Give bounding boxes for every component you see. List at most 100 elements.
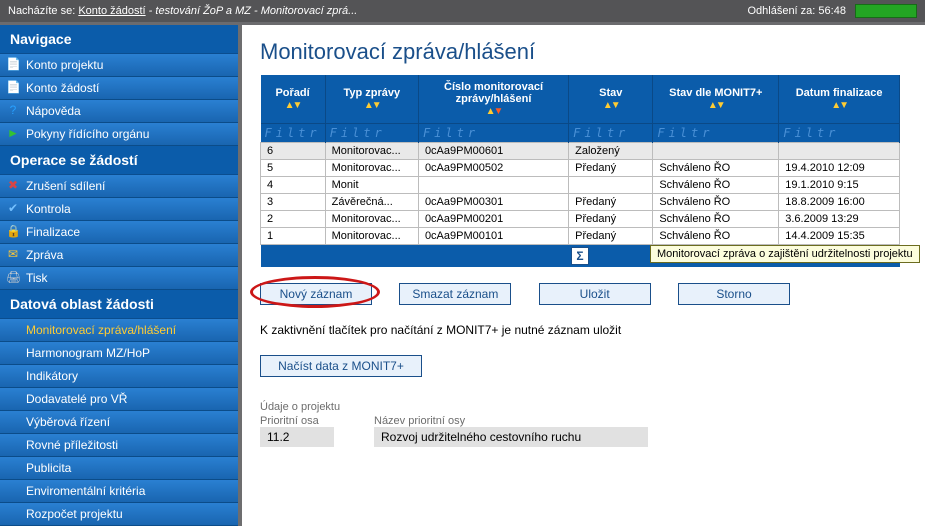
content-area: Monitorovací zpráva/hlášení Pořadí▲▼ Typ… [242, 25, 925, 526]
cell-typ: Monit [325, 177, 418, 194]
cell-stav: Předaný [569, 228, 653, 245]
table-row[interactable]: 6Monitorovac...0cAa9PM00601Založený [261, 143, 900, 160]
sidebar-item[interactable]: Indikátory [0, 365, 238, 388]
breadcrumb-link[interactable]: Konto žádostí [78, 5, 145, 17]
cell-cislo: 0cAa9PM00601 [418, 143, 568, 160]
sidebar-item-label: Publicita [26, 461, 71, 475]
filter-poradi[interactable]: Filtr [261, 124, 326, 143]
cell-stav: Založený [569, 143, 653, 160]
table-row[interactable]: 1Monitorovac...0cAa9PM00101PředanýSchvál… [261, 228, 900, 245]
cell-poradi: 4 [261, 177, 326, 194]
th-poradi[interactable]: Pořadí▲▼ [261, 75, 326, 124]
cell-poradi: 2 [261, 211, 326, 228]
field2-label: Název prioritní osy [374, 415, 648, 427]
sidebar-item[interactable]: ? Nápověda [0, 100, 238, 123]
th-stav[interactable]: Stav▲▼ [569, 75, 653, 124]
page-title: Monitorovací zpráva/hlášení [260, 39, 907, 65]
sigma-icon[interactable]: Σ [571, 247, 589, 265]
sidebar-item-label: Zpráva [26, 248, 63, 262]
sidebar-item-label: Konto projektu [26, 58, 103, 72]
cell-datum: 19.1.2010 9:15 [779, 177, 900, 194]
sidebar-item-label: Pokyny řídícího orgánu [26, 127, 149, 141]
sidebar-item-label: Monitorovací zpráva/hlášení [26, 323, 176, 337]
sidebar-item[interactable]: Rozpočet projektu [0, 503, 238, 526]
filter-datum[interactable]: Filtr [779, 124, 900, 143]
sidebar-item[interactable]: 🖨Tisk [0, 267, 238, 290]
sidebar-section-navigace: Navigace [0, 25, 238, 54]
field2-value: Rozvoj udržitelného cestovního ruchu [374, 427, 648, 447]
table-row[interactable]: 5Monitorovac...0cAa9PM00502PředanýSchvál… [261, 160, 900, 177]
tooltip: Monitorovací zpráva o zajištění udržitel… [650, 245, 920, 263]
cell-stav [569, 177, 653, 194]
sidebar-item-label: Zrušení sdílení [26, 179, 105, 193]
cell-datum [779, 143, 900, 160]
sidebar-section-datova: Datová oblast žádosti [0, 290, 238, 319]
cell-typ: Monitorovac... [325, 160, 418, 177]
logout-label: Odhlášení za: [747, 5, 815, 17]
sidebar-item-icon: ? [6, 103, 20, 117]
filter-typ[interactable]: Filtr [325, 124, 418, 143]
table-row[interactable]: 3Závěrečná...0cAa9PM00301PředanýSchválen… [261, 194, 900, 211]
sidebar-item[interactable]: Publicita [0, 457, 238, 480]
data-table: Pořadí▲▼ Typ zprávy▲▼ Číslo monitorovací… [260, 75, 900, 267]
sidebar-item[interactable]: Výběrová řízení [0, 411, 238, 434]
sidebar-item-label: Kontrola [26, 202, 71, 216]
sidebar-item-label: Konto žádostí [26, 81, 99, 95]
cell-stav_monit: Schváleno ŘO [653, 177, 779, 194]
cell-poradi: 1 [261, 228, 326, 245]
table-row[interactable]: 2Monitorovac...0cAa9PM00201PředanýSchvál… [261, 211, 900, 228]
cell-stav: Předaný [569, 160, 653, 177]
cell-typ: Monitorovac... [325, 211, 418, 228]
cell-typ: Závěrečná... [325, 194, 418, 211]
sidebar-item[interactable]: Rovné příležitosti [0, 434, 238, 457]
sidebar-item-label: Výběrová řízení [26, 415, 110, 429]
sidebar-item-label: Dodavatelé pro VŘ [26, 392, 127, 406]
project-section-title: Údaje o projektu [260, 401, 907, 413]
storno-button[interactable]: Storno [678, 283, 790, 305]
breadcrumb-prefix: Nacházíte se: [8, 5, 75, 17]
sidebar-item-icon: ✔ [6, 201, 20, 215]
sidebar-item[interactable]: ✖Zrušení sdílení [0, 175, 238, 198]
filter-stav-monit[interactable]: Filtr [653, 124, 779, 143]
sidebar-item-icon: ► [6, 126, 20, 140]
sidebar-item-icon: 📄 [6, 57, 20, 71]
nacist-data-button[interactable]: Načíst data z MONIT7+ [260, 355, 422, 377]
hint-text: K zaktivnění tlačítek pro načítání z MON… [260, 323, 907, 337]
sidebar-item-label: Finalizace [26, 225, 80, 239]
th-datum[interactable]: Datum finalizace▲▼ [779, 75, 900, 124]
ulozit-button[interactable]: Uložit [539, 283, 651, 305]
table-row[interactable]: 4Monit Schváleno ŘO19.1.2010 9:15 [261, 177, 900, 194]
filter-stav[interactable]: Filtr [569, 124, 653, 143]
sidebar-item[interactable]: ► Pokyny řídícího orgánu [0, 123, 238, 146]
sidebar-item-icon: 📄 [6, 80, 20, 94]
logout-time: 56:48 [818, 5, 846, 17]
sidebar-item-label: Tisk [26, 271, 48, 285]
th-typ[interactable]: Typ zprávy▲▼ [325, 75, 418, 124]
sidebar-item[interactable]: Monitorovací zpráva/hlášení [0, 319, 238, 342]
sidebar-item[interactable]: 📄 Konto projektu [0, 54, 238, 77]
field1-label: Prioritní osa [260, 415, 334, 427]
sidebar-item[interactable]: Enviromentální kritéria [0, 480, 238, 503]
sidebar-section-operace: Operace se žádostí [0, 146, 238, 175]
th-stav-monit[interactable]: Stav dle MONIT7+▲▼ [653, 75, 779, 124]
sidebar-item[interactable]: Dodavatelé pro VŘ [0, 388, 238, 411]
sidebar-item[interactable]: Harmonogram MZ/HoP [0, 342, 238, 365]
cell-poradi: 5 [261, 160, 326, 177]
sidebar-item-label: Harmonogram MZ/HoP [26, 346, 150, 360]
breadcrumb-rest: - testování ŽoP a MZ - Monitorovací zprá… [149, 5, 358, 17]
sidebar-item[interactable]: 🔒Finalizace [0, 221, 238, 244]
cell-stav_monit [653, 143, 779, 160]
sidebar-item-label: Nápověda [26, 104, 81, 118]
cell-poradi: 3 [261, 194, 326, 211]
th-cislo[interactable]: Číslo monitorovací zprávy/hlášení▲▼ [418, 75, 568, 124]
novy-zaznam-button[interactable]: Nový záznam [260, 283, 372, 305]
sidebar-item[interactable]: 📄 Konto žádostí [0, 77, 238, 100]
sidebar-item[interactable]: ✔ Kontrola [0, 198, 238, 221]
cell-datum: 3.6.2009 13:29 [779, 211, 900, 228]
cell-typ: Monitorovac... [325, 228, 418, 245]
cell-stav_monit: Schváleno ŘO [653, 160, 779, 177]
cell-cislo: 0cAa9PM00502 [418, 160, 568, 177]
sidebar-item[interactable]: ✉Zpráva [0, 244, 238, 267]
filter-cislo[interactable]: Filtr [418, 124, 568, 143]
smazat-zaznam-button[interactable]: Smazat záznam [399, 283, 511, 305]
